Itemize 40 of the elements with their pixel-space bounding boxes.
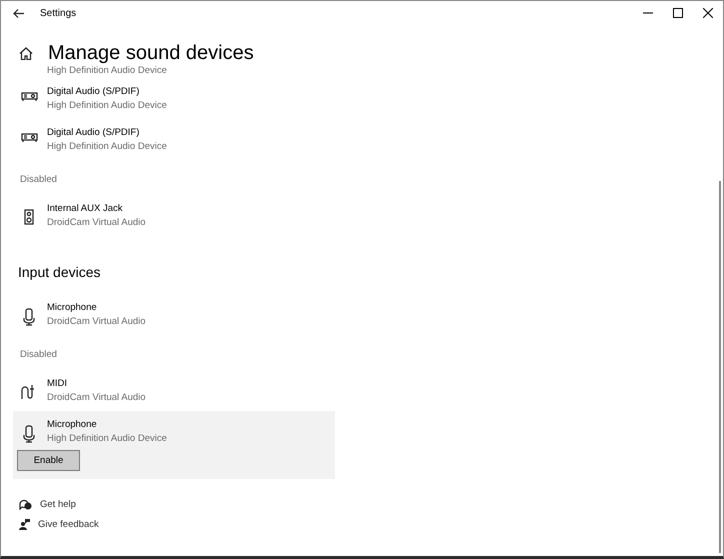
- device-name: Digital Audio (S/PDIF): [47, 127, 140, 138]
- device-name: Digital Audio (S/PDIF): [47, 86, 140, 97]
- device-detail: DroidCam Virtual Audio: [47, 316, 146, 327]
- section-label: Disabled: [19, 173, 58, 187]
- back-icon[interactable]: [13, 8, 24, 18]
- cable-icon: [21, 384, 37, 400]
- device-detail: High Definition Audio Device: [47, 141, 167, 152]
- device-item[interactable]: Internal AUX Jack DroidCam Virtual Audio: [13, 195, 335, 236]
- microphone-icon: [23, 425, 35, 443]
- feedback-icon: [19, 518, 30, 530]
- close-icon: [703, 8, 713, 18]
- sound-card-icon: [20, 92, 38, 102]
- device-item[interactable]: Digital Audio (S/PDIF) High Definition Audio Device: [13, 119, 335, 160]
- enable-button[interactable]: Enable: [17, 450, 80, 471]
- microphone-icon: [23, 308, 35, 326]
- device-name: Internal AUX Jack: [47, 203, 124, 214]
- help-link[interactable]: Get help: [19, 499, 723, 510]
- window-title: Settings: [40, 8, 76, 18]
- maximize-icon: [673, 8, 683, 18]
- speaker-icon: [24, 209, 34, 225]
- home-icon[interactable]: [19, 46, 33, 60]
- help-link[interactable]: Give feedback: [19, 518, 723, 530]
- section-title: Input devices: [17, 263, 102, 282]
- device-detail: DroidCam Virtual Audio: [47, 392, 146, 403]
- device-item[interactable]: Microphone DroidCam Virtual Audio: [13, 294, 335, 335]
- device-item[interactable]: Microphone High Definition Audio Device Enable: [13, 411, 335, 479]
- page-title: Manage sound devices: [48, 42, 254, 64]
- scrollbar[interactable]: [719, 181, 721, 553]
- device-name: Microphone: [47, 302, 98, 313]
- device-item[interactable]: Digital Audio (S/PDIF) High Definition Audio Device: [13, 78, 335, 119]
- device-detail: High Definition Audio Device: [47, 65, 167, 76]
- section-label: Disabled: [19, 348, 58, 362]
- sound-card-icon: [20, 133, 38, 143]
- device-item[interactable]: MIDI DroidCam Virtual Audio: [13, 370, 335, 411]
- device-detail: DroidCam Virtual Audio: [47, 217, 146, 228]
- help-icon: [19, 499, 32, 510]
- device-name: MIDI: [47, 378, 68, 389]
- device-detail: High Definition Audio Device: [47, 100, 167, 111]
- device-detail: High Definition Audio Device: [47, 433, 167, 444]
- device-name: Microphone: [47, 419, 98, 430]
